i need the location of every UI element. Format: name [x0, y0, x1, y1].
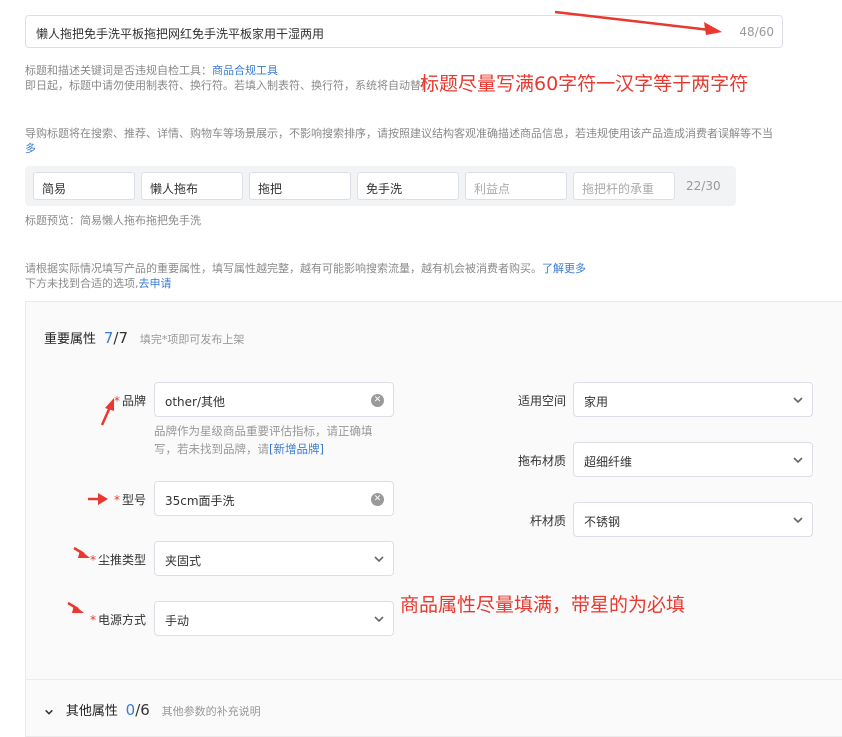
clear-icon[interactable]: ✕ [371, 493, 384, 506]
section-divider [26, 679, 842, 680]
important-attrs-header: 重要属性 7/7 填完*项即可发布上架 [44, 329, 245, 347]
keyword-input-2[interactable]: 懒人拖布 [141, 172, 243, 200]
annotation-arrow-icon [88, 493, 108, 505]
chevron-down-icon [793, 457, 803, 464]
power-label: * 电源方式 [89, 613, 146, 627]
keyword-input-3[interactable]: 拖把 [249, 172, 351, 200]
keyword-input-5[interactable]: 利益点 [465, 172, 567, 200]
apply-hint: 下方未找到合适的选项,去申请 [25, 277, 172, 290]
chevron-down-icon [793, 517, 803, 524]
apply-link[interactable]: 去申请 [139, 277, 172, 290]
annotation-arrow-icon [73, 546, 90, 558]
chevron-down-icon [374, 616, 384, 623]
model-field[interactable]: 35cm面手洗 ✕ [154, 481, 394, 516]
type-select[interactable]: 夹固式 [154, 541, 394, 576]
material-select[interactable]: 超细纤维 [573, 442, 813, 477]
title-counter: 48/60 [739, 25, 774, 39]
compliance-hint: 标题和描述关键词是否违规自检工具：商品合规工具 [25, 64, 278, 77]
guide-more-link[interactable]: 多 [25, 140, 36, 156]
material-label: 拖布材质 [517, 454, 566, 468]
keyword-input-6[interactable]: 拖把杆的承重 [573, 172, 675, 200]
title-annotation: 标题尽量写满60字符一汉字等于两字符 [420, 73, 749, 95]
space-select[interactable]: 家用 [573, 382, 813, 417]
chevron-down-icon[interactable] [44, 707, 54, 717]
chevron-down-icon [793, 397, 803, 404]
rod-select[interactable]: 不锈钢 [573, 502, 813, 537]
title-preview: 标题预览：简易懒人拖布拖把免手洗 [25, 214, 201, 227]
space-label: 适用空间 [517, 394, 566, 408]
annotation-arrow-icon [100, 398, 114, 426]
add-brand-link[interactable]: [新增品牌] [269, 442, 324, 456]
rod-label: 杆材质 [529, 514, 566, 528]
keywords-counter: 22/30 [686, 179, 721, 193]
chevron-down-icon [374, 556, 384, 563]
keyword-input-1[interactable]: 简易 [33, 172, 135, 200]
tab-char-hint: 即日起，标题中请勿使用制表符、换行符。若填入制表符、换行符，系统将自动替换成空格 [25, 79, 425, 92]
brand-field[interactable]: other/其他 ✕ [154, 382, 394, 417]
clear-icon[interactable]: ✕ [371, 394, 384, 407]
guide-keywords-group: 简易 懒人拖布 拖把 免手洗 利益点 拖把杆的承重 22/30 [25, 166, 736, 206]
annotation-arrow-icon [67, 601, 84, 613]
guide-title-hint: 导购标题将在搜索、推荐、详情、购物车等场景展示，不影响搜索排序，请按照建议结构客… [25, 127, 773, 140]
brand-help: 品牌作为星级商品重要评估指标，请正确填 写，若未找到品牌，请[新增品牌] [154, 424, 373, 456]
power-select[interactable]: 手动 [154, 601, 394, 636]
title-value: 懒人拖把免手洗平板拖把网红免手洗平板家用干湿两用 [36, 27, 325, 41]
attrs-hint: 请根据实际情况填写产品的重要属性，填写属性越完整，越有可能影响搜索流量，越有机会… [25, 262, 586, 275]
keyword-input-4[interactable]: 免手洗 [357, 172, 459, 200]
attrs-annotation: 商品属性尽量填满，带星的为必填 [400, 594, 686, 616]
other-attrs-header[interactable]: 其他属性 0/6 其他参数的补充说明 [44, 700, 261, 719]
annotation-arrow-icon [554, 10, 722, 35]
learn-more-link[interactable]: 了解更多 [542, 262, 586, 275]
compliance-tool-link[interactable]: 商品合规工具 [212, 64, 278, 77]
